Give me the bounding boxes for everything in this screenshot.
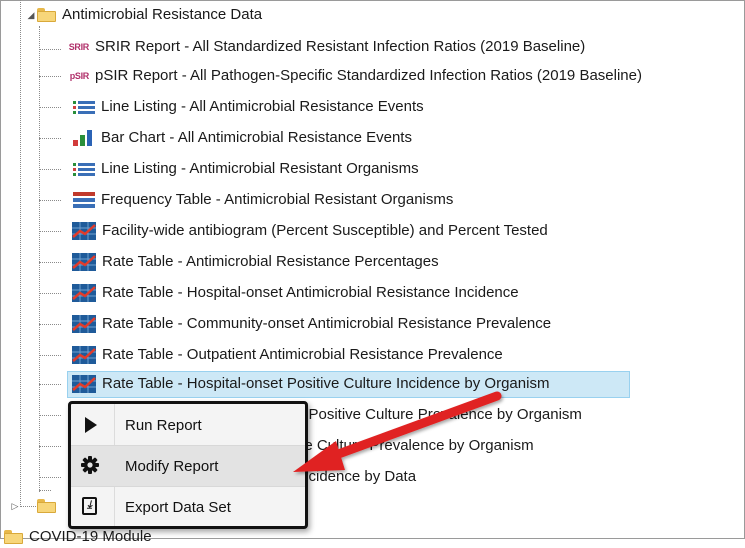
tree-connector [39,200,61,201]
tree-group-collapsed[interactable] [37,495,62,517]
tree-group-label: COVID-19 Module [29,528,152,545]
tree-item-srir-report[interactable]: SRIR SRIR Report - All Standardized Resi… [63,36,586,58]
tree-connector [39,76,61,77]
tree-connector [39,446,61,447]
tree-item-hospital-onset-resistance-incidence[interactable]: Rate Table - Hospital-onset Antimicrobia… [72,282,519,304]
tree-item-label: pSIR Report - All Pathogen-Specific Stan… [95,67,642,84]
context-menu: Run Report Modify Report ⤓ Export Data S… [68,401,308,529]
rate-table-icon [72,346,96,364]
folder-icon [37,499,56,513]
tree-item-label: Rate Table - Outpatient Antimicrobial Re… [102,346,503,363]
tree-connector [39,169,61,170]
tree-group-label: Antimicrobial Resistance Data [62,6,263,23]
tree-item-line-listing-organisms[interactable]: Line Listing - Antimicrobial Resistant O… [73,158,419,180]
tree-connector [39,490,51,491]
line-listing-icon [73,100,95,115]
tree-item-label: Rate Table - Antimicrobial Resistance Pe… [102,253,439,270]
tree-connector [39,477,61,478]
tree-connector [39,355,61,356]
tree-connector [39,138,61,139]
tree-connector [20,506,36,507]
frequency-table-icon [73,192,95,208]
tree-item-label: Line Listing - Antimicrobial Resistant O… [101,160,419,177]
folder-icon [37,8,56,22]
tree-connector [39,324,61,325]
menu-item-label: Modify Report [125,457,219,475]
tree-connector [20,0,21,505]
line-listing-icon [73,162,95,177]
tree-connector [39,415,61,416]
menu-item-export-data-set[interactable]: ⤓ Export Data Set [71,487,305,527]
srir-icon: SRIR [68,42,90,52]
tree-item-label: Bar Chart - All Antimicrobial Resistance… [101,129,412,146]
tree-item-label: Rate Table - Community-onset Antimicrobi… [102,315,552,332]
menu-item-label: Run Report [125,416,202,434]
folder-icon [4,530,23,544]
tree-connector [39,107,61,108]
tree-connector [39,49,61,50]
tree-item-label: Facility-wide antibiogram (Percent Susce… [102,222,548,239]
menu-item-run-report[interactable]: Run Report [71,405,305,445]
play-icon [79,413,103,437]
tree-item-label: SRIR Report - All Standardized Resistant… [95,38,586,55]
menu-item-modify-report[interactable]: Modify Report [71,446,305,486]
tree-connector [39,262,61,263]
tree-item-label: Frequency Table - Antimicrobial Resistan… [101,191,454,208]
rate-table-icon [72,253,96,271]
tree-item-label: Line Listing - All Antimicrobial Resista… [101,98,424,115]
tree-item-label: Rate Table - Hospital-onset Positive Cul… [102,375,550,392]
tree-connector [39,26,40,492]
psir-icon: pSIR [69,71,90,81]
bar-chart-icon [73,130,95,146]
gear-icon [79,454,103,478]
tree-connector [39,231,61,232]
tree-item-community-onset-resistance-prevalence[interactable]: Rate Table - Community-onset Antimicrobi… [72,313,551,335]
rate-table-icon [72,315,96,333]
tree-item-outpatient-resistance-prevalence[interactable]: Rate Table - Outpatient Antimicrobial Re… [72,344,503,366]
tree-group-covid-19-module[interactable]: COVID-19 Module [4,526,152,548]
tree-item-hospital-onset-positive-culture-incidence[interactable]: Rate Table - Hospital-onset Positive Cul… [72,373,549,395]
tree-item-resistance-percentages[interactable]: Rate Table - Antimicrobial Resistance Pe… [72,251,439,273]
tree-item-psir-report[interactable]: pSIR pSIR Report - All Pathogen-Specific… [63,65,642,87]
tree-item-antibiogram[interactable]: Facility-wide antibiogram (Percent Susce… [72,220,548,242]
rate-table-icon [72,222,96,240]
tree-item-line-listing-all-events[interactable]: Line Listing - All Antimicrobial Resista… [73,96,424,118]
menu-item-label: Export Data Set [125,498,231,516]
tree-group-antimicrobial-resistance-data[interactable]: Antimicrobial Resistance Data [37,4,262,26]
collapse-toggle[interactable]: ◢ [26,10,36,20]
tree-connector [39,384,61,385]
tree-item-bar-chart[interactable]: Bar Chart - All Antimicrobial Resistance… [73,127,412,149]
expand-toggle[interactable]: ▷ [10,501,20,511]
tree-connector [39,293,61,294]
tree-item-label: Rate Table - Hospital-onset Antimicrobia… [102,284,519,301]
export-icon: ⤓ [79,495,103,519]
rate-table-icon [72,284,96,302]
tree-item-frequency-table[interactable]: Frequency Table - Antimicrobial Resistan… [73,189,453,211]
rate-table-icon [72,375,96,393]
